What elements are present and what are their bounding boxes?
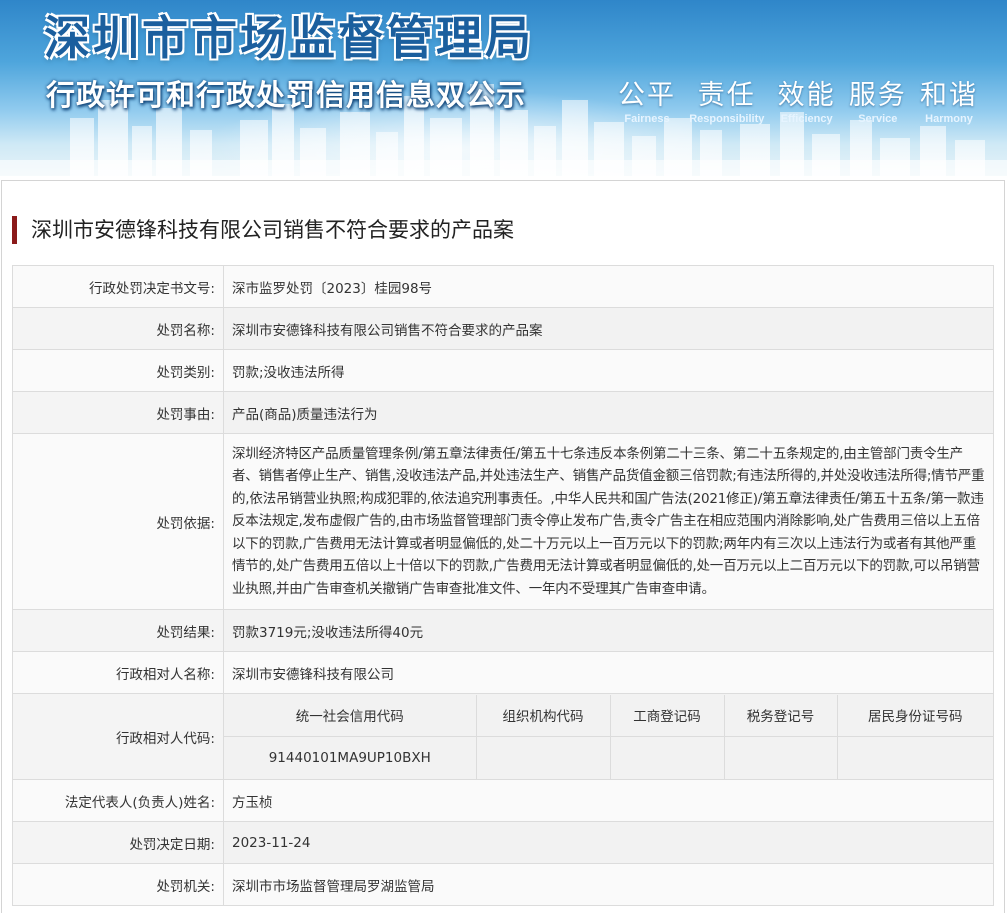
code-header-id: 居民身份证号码	[836, 694, 993, 737]
code-header-tax: 税务登记号	[723, 694, 838, 737]
site-subtitle: 行政许可和行政处罚信用信息双公示	[46, 78, 527, 112]
penalty-category-value: 罚款;没收违法所得	[223, 349, 994, 392]
code-header-business: 工商登记码	[609, 694, 725, 737]
content-panel: 深圳市安德锋科技有限公司销售不符合要求的产品案 行政处罚决定书文号: 深市监罗处…	[1, 180, 1005, 913]
penalty-category-label: 处罚类别:	[12, 349, 224, 392]
penalty-name-label: 处罚名称:	[12, 307, 224, 350]
table-row: 法定代表人(负责人)姓名: 方玉桢	[12, 779, 994, 822]
decision-date-value: 2023-11-24	[223, 821, 994, 864]
penalty-info-table: 行政处罚决定书文号: 深市监罗处罚〔2023〕桂园98号 处罚名称: 深圳市安德…	[12, 265, 994, 906]
slogan-fairness: 公平 Fairness	[618, 73, 676, 125]
code-value-business	[609, 736, 725, 779]
code-value-credit: 91440101MA9UP10BXH	[224, 736, 477, 779]
code-header-org: 组织机构代码	[475, 694, 611, 737]
penalty-result-label: 处罚结果:	[12, 609, 224, 652]
code-value-id	[836, 736, 993, 779]
party-name-label: 行政相对人名称:	[12, 651, 224, 694]
table-row: 处罚机关: 深圳市市场监督管理局罗湖监管局	[12, 863, 994, 906]
legal-rep-value: 方玉桢	[223, 779, 994, 822]
table-row: 处罚名称: 深圳市安德锋科技有限公司销售不符合要求的产品案	[12, 307, 994, 350]
slogan-responsibility: 责任 Responsibility	[689, 73, 764, 125]
slogan-harmony: 和谐 Harmony	[920, 73, 978, 125]
slogan-cn: 效能	[777, 80, 836, 111]
table-row: 处罚决定日期: 2023-11-24	[12, 821, 994, 864]
legal-rep-label: 法定代表人(负责人)姓名:	[12, 779, 224, 822]
table-row: 处罚事由: 产品(商品)质量违法行为	[12, 391, 994, 434]
table-row: 行政相对人代码: 统一社会信用代码 组织机构代码 工商登记码 税务登记号 居民身…	[12, 693, 994, 780]
party-code-label: 行政相对人代码:	[12, 693, 224, 780]
authority-value: 深圳市市场监督管理局罗湖监管局	[223, 863, 994, 906]
party-code-table: 统一社会信用代码 组织机构代码 工商登记码 税务登记号 居民身份证号码 9144…	[224, 694, 993, 779]
slogan-en: Harmony	[925, 113, 973, 125]
code-value-org	[475, 736, 611, 779]
case-title: 深圳市安德锋科技有限公司销售不符合要求的产品案	[12, 216, 514, 244]
penalty-basis-label: 处罚依据:	[12, 433, 224, 610]
slogan-efficiency: 效能 Efficiency	[778, 73, 836, 125]
header-banner: 深圳市市场监督管理局 行政许可和行政处罚信用信息双公示 公平 Fairness …	[0, 0, 1007, 176]
agency-title: 深圳市市场监督管理局	[44, 11, 534, 65]
doc-no-label: 行政处罚决定书文号:	[12, 265, 224, 308]
table-row: 处罚类别: 罚款;没收违法所得	[12, 349, 994, 392]
slogan-cn: 和谐	[920, 80, 978, 111]
code-header-credit: 统一社会信用代码	[224, 694, 477, 737]
table-row: 行政相对人名称: 深圳市安德锋科技有限公司	[12, 651, 994, 694]
penalty-basis-value: 深圳经济特区产品质量管理条例/第五章法律责任/第五十七条违反本条例第二十三条、第…	[223, 433, 994, 610]
party-name-value: 深圳市安德锋科技有限公司	[223, 651, 994, 694]
slogan-service: 服务 Service	[849, 73, 907, 125]
code-header-row: 统一社会信用代码 组织机构代码 工商登记码 税务登记号 居民身份证号码	[224, 694, 993, 737]
slogan-cn: 公平	[618, 80, 676, 111]
slogan-cn: 责任	[697, 80, 756, 111]
slogan-en: Fairness	[624, 113, 670, 125]
penalty-result-value: 罚款3719元;没收违法所得40元	[223, 609, 994, 652]
table-row: 处罚依据: 深圳经济特区产品质量管理条例/第五章法律责任/第五十七条违反本条例第…	[12, 433, 994, 610]
slogan-en: Responsibility	[689, 113, 765, 125]
slogan-en: Service	[858, 113, 898, 125]
table-row: 处罚结果: 罚款3719元;没收违法所得40元	[12, 609, 994, 652]
table-row: 行政处罚决定书文号: 深市监罗处罚〔2023〕桂园98号	[12, 265, 994, 308]
slogan-en: Efficiency	[780, 113, 833, 125]
penalty-reason-value: 产品(商品)质量违法行为	[223, 391, 994, 434]
decision-date-label: 处罚决定日期:	[12, 821, 224, 864]
code-value-row: 91440101MA9UP10BXH	[224, 736, 993, 779]
slogan-group: 公平 Fairness 责任 Responsibility 效能 Efficie…	[618, 73, 978, 125]
penalty-reason-label: 处罚事由:	[12, 391, 224, 434]
slogan-cn: 服务	[848, 80, 907, 111]
party-code-cell: 统一社会信用代码 组织机构代码 工商登记码 税务登记号 居民身份证号码 9144…	[223, 693, 994, 780]
penalty-name-value: 深圳市安德锋科技有限公司销售不符合要求的产品案	[223, 307, 994, 350]
code-value-tax	[723, 736, 838, 779]
doc-no-value: 深市监罗处罚〔2023〕桂园98号	[223, 265, 994, 308]
authority-label: 处罚机关:	[12, 863, 224, 906]
